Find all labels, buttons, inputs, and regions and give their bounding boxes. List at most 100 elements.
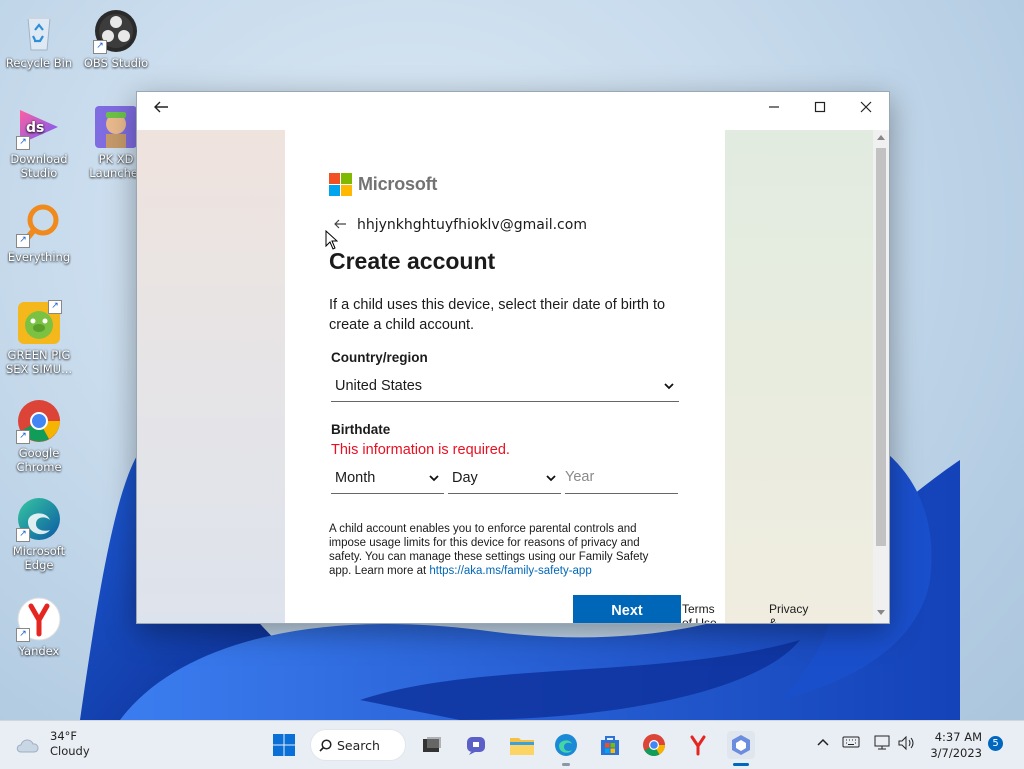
folder-icon — [510, 738, 534, 755]
maximize-icon — [814, 101, 826, 113]
teams-chat-button[interactable] — [463, 731, 491, 759]
shortcut-arrow-icon: ↗ — [16, 234, 30, 248]
chevron-down-icon — [546, 474, 556, 481]
shortcut-arrow-icon: ↗ — [48, 300, 62, 314]
desktop-icon-download-studio[interactable]: ds ↗ Download Studio — [1, 104, 77, 180]
running-indicator — [562, 763, 570, 766]
search-label: Search — [337, 737, 380, 753]
back-arrow-icon — [154, 101, 168, 113]
chrome-taskbar-button[interactable] — [640, 731, 668, 759]
terms-of-use-link[interactable]: Terms of Use — [682, 602, 725, 623]
yandex-icon — [690, 735, 706, 756]
month-select[interactable]: Month — [331, 462, 444, 494]
clock-date: 3/7/2023 — [930, 746, 982, 760]
yandex-icon: ↗ — [16, 596, 62, 642]
taskbar: 34°F Cloudy Search 4:37 AM 3/7/2023 — [0, 720, 1024, 769]
active-indicator — [733, 763, 749, 766]
desktop-icon-obs-studio[interactable]: ↗ OBS Studio — [78, 8, 154, 70]
country-label: Country/region — [331, 350, 428, 365]
family-safety-link[interactable]: https://aka.ms/family-safety-app — [429, 565, 591, 577]
shortcut-arrow-icon: ↗ — [16, 528, 30, 542]
chevron-down-icon — [664, 382, 674, 389]
window-back-button[interactable] — [139, 92, 183, 122]
network-icon — [874, 735, 890, 750]
minimize-button[interactable] — [751, 92, 797, 122]
download-studio-icon: ds ↗ — [16, 104, 62, 150]
recycle-bin-icon — [16, 8, 62, 54]
shortcut-arrow-icon: ↗ — [16, 628, 30, 642]
identity-banner[interactable]: hhjynkhghtuyfhioklv@gmail.com — [333, 216, 587, 234]
desktop-icon-everything[interactable]: ↗ Everything — [1, 202, 77, 264]
next-button[interactable]: Next — [573, 595, 681, 623]
year-field[interactable] — [565, 462, 678, 494]
desktop-icon-recycle-bin[interactable]: Recycle Bin — [1, 8, 77, 70]
everything-search-icon: ↗ — [16, 202, 62, 248]
day-select[interactable]: Day — [448, 462, 561, 494]
desktop-icon-green-pig[interactable]: ↗ GREEN PIG SEX SIMU... — [1, 300, 77, 376]
network-tray-button[interactable] — [873, 735, 891, 754]
file-explorer-button[interactable] — [508, 731, 536, 759]
close-icon — [860, 101, 872, 113]
desktop-icon-microsoft-edge[interactable]: ↗ Microsoft Edge — [1, 496, 77, 572]
chrome-icon — [643, 734, 665, 756]
desktop-icon-label: Microsoft Edge — [12, 544, 66, 572]
microsoft-logo-icon — [329, 173, 352, 196]
show-hidden-icons-button[interactable] — [816, 735, 830, 752]
window-content: Microsoft hhjynkhghtuyfhioklv@gmail.com … — [137, 130, 873, 623]
chevron-up-icon — [817, 738, 829, 746]
shortcut-arrow-icon: ↗ — [16, 430, 30, 444]
speaker-icon — [898, 735, 914, 751]
windows-logo-icon — [273, 734, 295, 756]
keyboard-icon — [842, 736, 860, 748]
background-panel-right — [725, 130, 873, 623]
minimize-icon — [769, 106, 779, 108]
store-taskbar-button[interactable] — [596, 731, 624, 759]
microsoft-store-icon — [601, 736, 619, 755]
desktop-icon-google-chrome[interactable]: ↗ Google Chrome — [1, 398, 77, 474]
edge-taskbar-button[interactable] — [552, 731, 580, 759]
edge-icon — [555, 734, 577, 756]
mouse-cursor-icon — [325, 230, 338, 250]
volume-tray-button[interactable] — [898, 735, 916, 754]
microsoft-wordmark: Microsoft — [358, 174, 438, 194]
privacy-cookies-link[interactable]: Privacy & Cookies — [769, 602, 812, 623]
shortcut-arrow-icon: ↗ — [93, 40, 107, 54]
desktop-icon-label: Everything — [7, 250, 71, 264]
desktop-icon-label: Download Studio — [10, 152, 68, 180]
desktop-icon-label: Yandex — [18, 644, 60, 658]
birthdate-label: Birthdate — [331, 422, 391, 437]
start-button[interactable] — [270, 731, 298, 759]
desktop-icon-yandex[interactable]: ↗ Yandex — [1, 596, 77, 658]
taskbar-clock[interactable]: 4:37 AM 3/7/2023 — [928, 729, 982, 761]
yandex-taskbar-button[interactable] — [684, 731, 712, 759]
edge-icon: ↗ — [16, 496, 62, 542]
country-value: United States — [335, 377, 423, 394]
scroll-down-icon[interactable] — [877, 610, 885, 616]
task-view-button[interactable] — [418, 731, 446, 759]
desktop-icon-label: OBS Studio — [83, 56, 149, 70]
maximize-button[interactable] — [797, 92, 843, 122]
weather-description: Cloudy — [50, 744, 90, 758]
scroll-up-icon[interactable] — [877, 134, 885, 140]
setup-app-icon — [732, 735, 750, 755]
vertical-scrollbar[interactable] — [873, 130, 889, 623]
notification-badge[interactable]: 5 — [988, 736, 1003, 751]
day-value: Day — [452, 469, 478, 486]
svg-text:ds: ds — [26, 120, 44, 136]
taskbar-search[interactable]: Search — [310, 729, 406, 761]
title-bar — [137, 92, 889, 130]
chrome-icon: ↗ — [16, 398, 62, 444]
teams-chat-icon — [467, 737, 485, 755]
account-setup-taskbar-button[interactable] — [727, 731, 755, 759]
close-button[interactable] — [843, 92, 889, 122]
weather-widget[interactable]: 34°F Cloudy — [14, 729, 90, 759]
keyboard-tray-button[interactable] — [842, 735, 860, 752]
page-description: If a child uses this device, select thei… — [329, 297, 666, 333]
scrollbar-thumb[interactable] — [876, 148, 886, 546]
identity-email: hhjynkhghtuyfhioklv@gmail.com — [357, 217, 587, 233]
child-account-info: A child account enables you to enforce p… — [329, 522, 669, 578]
task-view-icon — [423, 737, 441, 752]
search-icon — [319, 739, 332, 752]
country-select[interactable]: United States — [331, 370, 679, 402]
year-input[interactable] — [565, 462, 678, 492]
